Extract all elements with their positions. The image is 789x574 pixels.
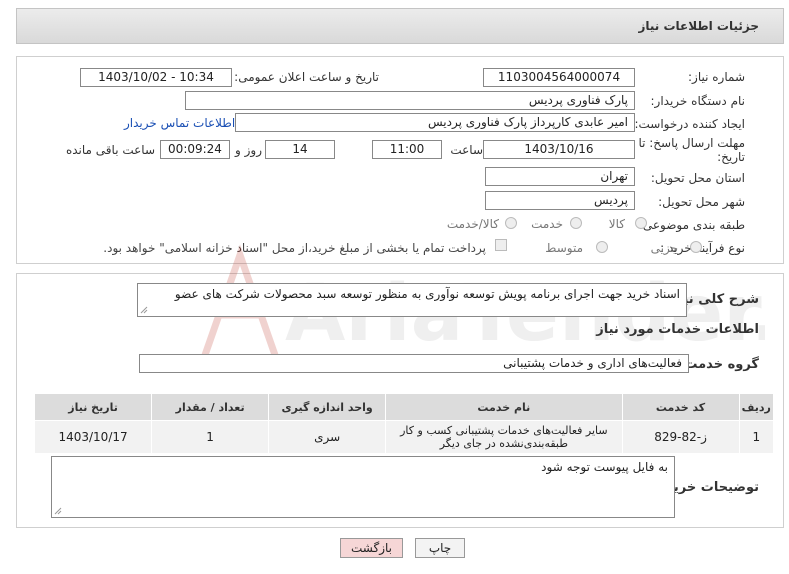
deadline-date-field: 1403/10/16 xyxy=(483,140,635,159)
process-option-minor: جزیی xyxy=(650,241,678,255)
process-radio-medium[interactable] xyxy=(596,241,608,253)
remaining-time-field: 00:09:24 xyxy=(160,140,230,159)
category-option-service: خدمت xyxy=(531,217,563,231)
treasury-payment-checkbox[interactable] xyxy=(495,239,507,251)
description-text: اسناد خرید جهت اجرای برنامه پویش توسعه ن… xyxy=(174,287,680,301)
deadline-label: مهلت ارسال پاسخ: تا xyxy=(638,136,745,150)
resize-grip-icon[interactable] xyxy=(140,306,148,314)
cell-unit: سری xyxy=(268,420,387,454)
services-table: ردیف کد خدمت نام خدمت واحد اندازه گیری ت… xyxy=(33,393,775,454)
need-number-label: شماره نیاز: xyxy=(688,70,745,84)
process-radio-minor[interactable] xyxy=(690,241,702,253)
category-radio-goods[interactable] xyxy=(635,217,647,229)
col-unit: واحد اندازه گیری xyxy=(268,393,387,421)
description-textarea: اسناد خرید جهت اجرای برنامه پویش توسعه ن… xyxy=(137,283,687,317)
buyer-org-label: نام دستگاه خریدار: xyxy=(650,94,746,108)
remaining-label: ساعت باقی مانده xyxy=(65,143,155,157)
table-header-row: ردیف کد خدمت نام خدمت واحد اندازه گیری ت… xyxy=(33,393,775,421)
page-header: جزئیات اطلاعات نیاز xyxy=(16,8,784,44)
announce-label: تاریخ و ساعت اعلان عمومی: xyxy=(234,70,379,84)
treasury-payment-note: پرداخت تمام یا بخشی از مبلغ خرید،از محل … xyxy=(103,241,486,255)
deadline-time-label: ساعت xyxy=(450,143,483,157)
col-service-code: کد خدمت xyxy=(621,393,740,421)
requester-field: امیر عابدی کارپرداز پارک فناوری پردیس xyxy=(235,113,635,132)
need-number-field: 1103004564000074 xyxy=(483,68,635,87)
category-option-goods: کالا xyxy=(608,217,625,231)
buyer-org-field: پارک فناوری پردیس xyxy=(185,91,635,110)
city-field: پردیس xyxy=(485,191,635,210)
category-option-goods-service: کالا/خدمت xyxy=(446,217,499,231)
page-title: جزئیات اطلاعات نیاز xyxy=(638,19,759,33)
requester-label: ایجاد کننده درخواست: xyxy=(634,117,745,131)
col-service-name: نام خدمت xyxy=(385,393,623,421)
province-field: تهران xyxy=(485,167,635,186)
cell-service-code: ز-82-829 xyxy=(621,420,740,454)
col-need-date: تاریخ نیاز xyxy=(33,393,153,421)
resize-grip-icon[interactable] xyxy=(54,507,62,515)
province-label: استان محل تحویل: xyxy=(650,171,745,185)
col-quantity: تعداد / مقدار xyxy=(151,393,270,421)
announce-field: 1403/10/02 - 10:34 xyxy=(80,68,232,87)
days-field: 14 xyxy=(265,140,335,159)
services-title: اطلاعات خدمات مورد نیاز xyxy=(596,322,759,337)
need-info-panel xyxy=(16,56,784,264)
col-row-number: ردیف xyxy=(738,393,775,421)
back-button[interactable]: بازگشت xyxy=(340,538,403,558)
buyer-contact-link[interactable]: اطلاعات تماس خریدار xyxy=(124,116,235,130)
days-label: روز و xyxy=(235,143,262,157)
buyer-notes-text: به فایل پیوست توجه شود xyxy=(541,460,668,474)
category-label: طبقه بندی موضوعی: xyxy=(638,218,745,232)
cell-service-name: سایر فعالیت‌های خدمات پشتیبانی کسب و کار… xyxy=(385,420,623,454)
print-button[interactable]: چاپ xyxy=(415,538,465,558)
cell-row-number: 1 xyxy=(738,420,775,454)
cell-quantity: 1 xyxy=(151,420,270,454)
service-group-label: گروه خدمت: xyxy=(679,357,759,372)
category-radio-service[interactable] xyxy=(570,217,582,229)
deadline-label-date: تاریخ: xyxy=(717,150,745,164)
table-row: 1 ز-82-829 سایر فعالیت‌های خدمات پشتیبان… xyxy=(33,420,775,454)
cell-need-date: 1403/10/17 xyxy=(33,420,153,454)
deadline-time-field: 11:00 xyxy=(372,140,442,159)
service-group-field: فعالیت‌های اداری و خدمات پشتیبانی xyxy=(139,354,689,373)
category-radio-goods-service[interactable] xyxy=(505,217,517,229)
buyer-notes-textarea: به فایل پیوست توجه شود xyxy=(51,456,675,518)
city-label: شهر محل تحویل: xyxy=(658,195,745,209)
process-option-medium: متوسط xyxy=(545,241,583,255)
